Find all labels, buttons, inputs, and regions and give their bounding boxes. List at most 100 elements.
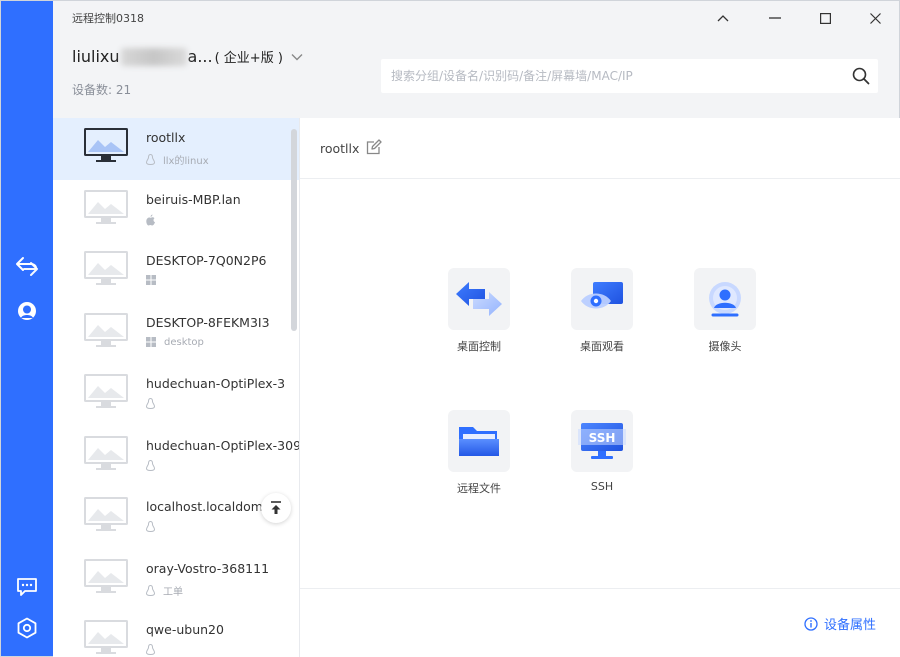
main-area: 远程控制0318 liulixu a... ( 企业+版 ) 设备数: 21 搜…	[53, 1, 900, 657]
device-remark: desktop	[164, 336, 204, 348]
device-name: rootllx	[146, 130, 186, 145]
info-icon	[804, 616, 818, 631]
linux-icon	[146, 644, 155, 655]
ssh-monitor-icon: SSH	[578, 423, 626, 459]
arrow-up-to-top-icon	[271, 501, 281, 514]
swap-arrows-icon	[16, 257, 38, 276]
device-name: DESKTOP-7Q0N2P6	[146, 253, 267, 268]
device-subtitle	[146, 398, 163, 409]
remote-files-tile[interactable]	[448, 410, 510, 472]
account-name-prefix: liulixu	[72, 47, 120, 66]
ssh-badge-text: SSH	[589, 431, 616, 445]
account-name-redacted	[120, 47, 187, 66]
device-subtitle	[146, 644, 163, 655]
monitor-icon	[83, 373, 129, 409]
window-title: 远程控制0318	[72, 12, 144, 25]
device-subtitle: 工单	[146, 583, 183, 598]
linux-icon	[146, 398, 155, 409]
device-name: DESKTOP-8FEKM3I3	[146, 314, 270, 330]
device-list-item[interactable]: oray-Vostro-368111 工单	[53, 549, 299, 611]
device-list-item[interactable]: localhost.localdomain	[53, 487, 299, 549]
device-name: qwe-ubun20	[146, 622, 224, 637]
camera-label: 摄像头	[708, 340, 742, 353]
device-properties-link[interactable]: 设备属性	[804, 614, 876, 633]
webcam-icon	[709, 282, 741, 317]
device-remark: 工单	[163, 586, 183, 598]
device-name: hudechuan-OptiPlex-3	[146, 376, 286, 391]
desktop-view-tile[interactable]	[571, 268, 633, 330]
device-subtitle	[146, 275, 164, 285]
feedback-nav-button[interactable]	[1, 567, 53, 607]
windows-icon	[146, 275, 156, 285]
device-subtitle: desktop	[146, 337, 204, 348]
camera-tile[interactable]	[694, 268, 756, 330]
device-count: 设备数: 21	[72, 83, 132, 97]
device-subtitle: llx的linux	[146, 152, 209, 167]
search-input[interactable]	[381, 61, 831, 91]
remote-files-action[interactable]: 远程文件	[448, 410, 510, 496]
device-properties-label: 设备属性	[823, 618, 876, 633]
linux-icon	[146, 521, 155, 532]
settings-hexagon-icon	[17, 617, 37, 639]
collapse-button[interactable]	[697, 1, 749, 35]
desktop-view-eye-icon	[581, 282, 623, 309]
account-switcher[interactable]: liulixu a... ( 企业+版 )	[72, 47, 303, 66]
minimize-button[interactable]	[749, 1, 801, 35]
device-name: beiruis-MBP.lan	[146, 191, 241, 207]
device-subtitle	[146, 214, 164, 226]
device-name: hudechuan-OptiPlex-3090	[146, 437, 299, 453]
detail-header: rootllx	[300, 118, 900, 179]
maximize-button[interactable]	[799, 1, 851, 35]
title-bar: 远程控制0318	[53, 1, 899, 35]
desktop-view-label: 桌面观看	[580, 340, 624, 353]
monitor-icon	[83, 189, 129, 225]
monitor-icon	[83, 619, 129, 655]
device-list-scrollbar[interactable]	[291, 129, 297, 331]
monitor-icon	[83, 558, 129, 594]
monitor-icon	[83, 250, 129, 286]
monitor-icon	[83, 496, 129, 532]
device-list-item[interactable]: hudechuan-OptiPlex-3	[53, 364, 299, 426]
ssh-action[interactable]: SSH SSH	[571, 410, 633, 493]
windows-icon	[146, 337, 156, 347]
ssh-label: SSH	[590, 480, 614, 493]
desktop-view-action[interactable]: 桌面观看	[571, 268, 633, 354]
desktop-control-action[interactable]: 桌面控制	[448, 268, 510, 354]
devices-nav-button[interactable]	[1, 291, 53, 331]
account-name-suffix: a...	[187, 47, 213, 66]
device-list-item[interactable]: beiruis-MBP.lan	[53, 180, 299, 242]
monitor-icon	[83, 312, 129, 348]
device-list-item[interactable]: qwe-ubun20	[53, 610, 299, 657]
desktop-control-label: 桌面控制	[457, 340, 501, 353]
detail-device-name: rootllx	[320, 141, 360, 156]
monitor-icon	[83, 127, 129, 163]
device-list-item[interactable]: rootllx llx的linux	[53, 118, 299, 180]
device-list-item[interactable]: DESKTOP-8FEKM3I3 desktop	[53, 303, 299, 365]
close-button[interactable]	[849, 1, 900, 35]
chevron-down-icon	[291, 53, 303, 60]
remote-files-label: 远程文件	[457, 482, 501, 495]
device-subtitle	[146, 521, 163, 532]
detail-footer-divider	[300, 588, 900, 589]
monitor-icon	[83, 435, 129, 471]
device-list-item[interactable]: hudechuan-OptiPlex-3090	[53, 426, 299, 488]
desktop-control-arrows-icon	[456, 282, 502, 316]
chat-icon	[17, 578, 37, 596]
linux-icon	[146, 584, 155, 596]
device-list-item[interactable]: DESKTOP-7Q0N2P6	[53, 241, 299, 303]
remote-control-nav-button[interactable]	[1, 246, 53, 286]
camera-action[interactable]: 摄像头	[694, 268, 756, 354]
scroll-to-top-button[interactable]	[261, 493, 291, 523]
desktop-control-tile[interactable]	[448, 268, 510, 330]
folder-icon	[459, 427, 499, 456]
search-icon[interactable]	[852, 67, 870, 85]
ssh-tile[interactable]: SSH	[571, 410, 633, 472]
search-bar	[381, 59, 878, 93]
account-edition: ( 企业+版 )	[214, 51, 283, 66]
close-icon	[869, 12, 881, 24]
settings-nav-button[interactable]	[1, 608, 53, 648]
chevron-up-icon	[717, 15, 729, 22]
edit-icon[interactable]	[366, 139, 382, 155]
device-remark: llx的linux	[163, 156, 209, 167]
device-subtitle	[146, 459, 163, 471]
